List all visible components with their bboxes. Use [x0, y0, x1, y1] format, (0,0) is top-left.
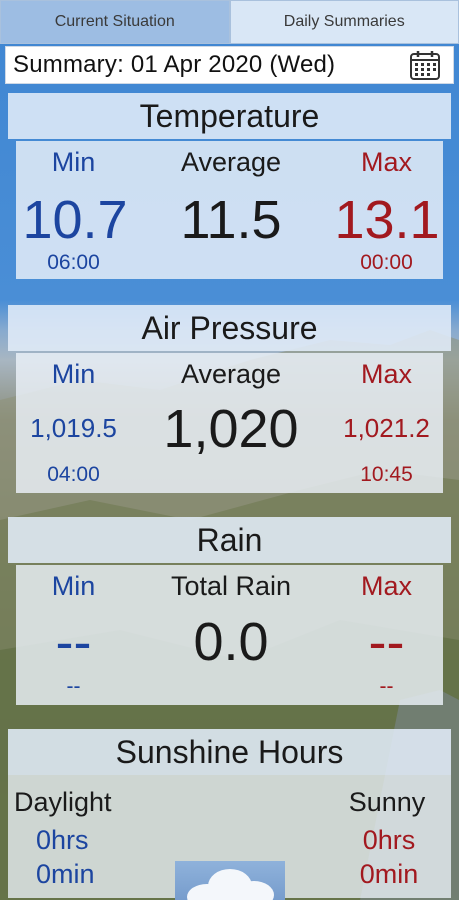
sunny-label: Sunny [348, 787, 426, 817]
daylight-minutes-value: 0min [36, 859, 95, 889]
air-pressure-values: Min Average Max 1,019.5 1,020 1,021.2 04… [16, 353, 443, 493]
cloud-icon [175, 861, 285, 900]
sunshine-title: Sunshine Hours [8, 729, 451, 775]
summary-date-bar[interactable]: Summary: 01 Apr 2020 (Wed) [5, 46, 454, 84]
rain-total-label: Total Rain [170, 571, 292, 601]
temperature-min-time: 06:00 [47, 251, 100, 274]
rain-max-time: -- [379, 675, 394, 698]
temperature-card: Temperature Min Average Max 10.7 11.5 13… [8, 93, 451, 279]
summary-date-label: Summary: 01 Apr 2020 (Wed) [13, 51, 336, 78]
daylight-hours-value: 0hrs [36, 825, 89, 855]
temperature-title: Temperature [8, 93, 451, 139]
sunny-minutes-value: 0min [359, 859, 419, 889]
rain-total-value: 0.0 [193, 612, 269, 672]
air-pressure-card: Air Pressure Min Average Max 1,019.5 1,0… [8, 305, 451, 493]
sunny-hours-value: 0hrs [362, 825, 416, 855]
temperature-values: Min Average Max 10.7 11.5 13.1 06:00 00:… [16, 141, 443, 279]
pressure-max-label: Max [360, 359, 412, 389]
pressure-min-time: 04:00 [47, 463, 100, 486]
rain-card: Rain Min Total Rain Max -- 0.0 -- -- -- [8, 517, 451, 705]
temperature-average-value: 11.5 [180, 190, 282, 250]
pressure-average-label: Average [180, 359, 282, 389]
pressure-max-value: 1,021.2 [343, 413, 430, 443]
rain-values: Min Total Rain Max -- 0.0 -- -- -- [16, 565, 443, 705]
tab-bar: Current Situation Daily Summaries [0, 0, 459, 44]
pressure-min-label: Min [51, 359, 96, 389]
temperature-max-label: Max [360, 147, 412, 177]
daylight-label: Daylight [14, 787, 112, 817]
temperature-max-time: 00:00 [360, 251, 413, 274]
calendar-icon[interactable] [409, 49, 441, 81]
rain-min-time: -- [66, 675, 81, 698]
temperature-average-label: Average [180, 147, 282, 177]
rain-min-value: -- [55, 612, 92, 672]
rain-max-label: Max [360, 571, 412, 601]
pressure-average-value: 1,020 [163, 399, 299, 459]
sunshine-card: Sunshine Hours Daylight Sunny 0hrs 0min … [8, 729, 451, 900]
air-pressure-title: Air Pressure [8, 305, 451, 351]
pressure-max-time: 10:45 [360, 463, 413, 486]
rain-max-value: -- [368, 612, 405, 672]
temperature-min-value: 10.7 [22, 190, 128, 250]
rain-title: Rain [8, 517, 451, 563]
sunshine-values: Daylight Sunny 0hrs 0min 0hrs 0min [8, 775, 451, 900]
tab-daily-summaries[interactable]: Daily Summaries [229, 0, 459, 44]
tab-current-situation[interactable]: Current Situation [0, 0, 230, 44]
temperature-max-value: 13.1 [334, 190, 440, 250]
rain-min-label: Min [51, 571, 96, 601]
temperature-min-label: Min [51, 147, 96, 177]
pressure-min-value: 1,019.5 [30, 413, 117, 443]
